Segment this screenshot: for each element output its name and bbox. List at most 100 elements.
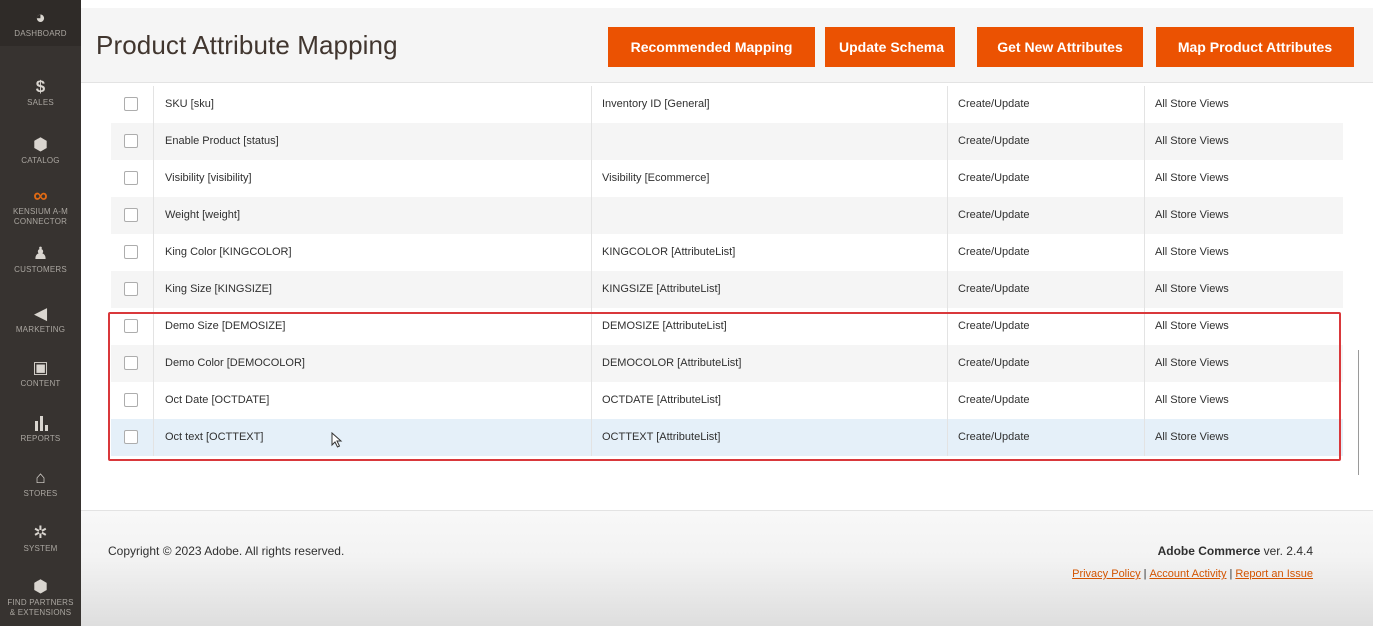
- bar-chart-icon: [0, 414, 81, 434]
- store-icon: ⌂: [35, 468, 46, 487]
- row-checkbox[interactable]: [124, 134, 138, 148]
- table-row[interactable]: SKU [sku] Inventory ID [General] Create/…: [111, 86, 1343, 123]
- sidebar-item-label: REPORTS: [20, 434, 61, 443]
- table-row[interactable]: Oct text [OCTTEXT] OCTTEXT [AttributeLis…: [111, 419, 1343, 456]
- sidebar-item-marketing[interactable]: ◀ MARKETING: [0, 305, 81, 335]
- map-product-attributes-button[interactable]: Map Product Attributes: [1156, 27, 1354, 67]
- gear-icon: ✲: [33, 523, 48, 542]
- row-checkbox[interactable]: [124, 319, 138, 333]
- version-info: Adobe Commerce ver. 2.4.4: [1158, 544, 1313, 558]
- checkbox-cell: [111, 123, 154, 160]
- table-row[interactable]: King Size [KINGSIZE] KINGSIZE [Attribute…: [111, 271, 1343, 308]
- magento-attribute-cell: King Size [KINGSIZE]: [154, 271, 592, 308]
- sidebar-item-label: MARKETING: [15, 325, 66, 334]
- sidebar-item-dashboard[interactable]: ◕ DASHBOARD: [0, 0, 81, 46]
- dollar-icon: $: [35, 77, 46, 96]
- table-row[interactable]: Oct Date [OCTDATE] OCTDATE [AttributeLis…: [111, 382, 1343, 419]
- person-icon: ♟: [32, 244, 49, 263]
- table-row[interactable]: Weight [weight] Create/Update All Store …: [111, 197, 1343, 234]
- mapped-attribute-cell: Visibility [Ecommerce]: [592, 160, 948, 197]
- sidebar-item-label: KENSIUM A-M: [12, 207, 69, 216]
- cube-icon: ⬢: [33, 135, 48, 154]
- get-new-attributes-button[interactable]: Get New Attributes: [977, 27, 1143, 67]
- magento-attribute-cell: Weight [weight]: [154, 197, 592, 234]
- checkbox-cell: [111, 308, 154, 345]
- table-row[interactable]: Enable Product [status] Create/Update Al…: [111, 123, 1343, 160]
- row-checkbox[interactable]: [124, 208, 138, 222]
- sidebar-item-find-partners[interactable]: ⬢ FIND PARTNERS & EXTENSIONS: [0, 578, 81, 618]
- infinity-icon: ∞: [33, 185, 48, 207]
- sidebar-item-customers[interactable]: ♟ CUSTOMERS: [0, 245, 81, 275]
- table-row[interactable]: Visibility [visibility] Visibility [Ecom…: [111, 160, 1343, 197]
- sidebar-item-stores[interactable]: ⌂ STORES: [0, 469, 81, 499]
- mouse-cursor-icon: [331, 432, 343, 448]
- magento-attribute-cell: Oct Date [OCTDATE]: [154, 382, 592, 419]
- checkbox-cell: [111, 382, 154, 419]
- recommended-mapping-button[interactable]: Recommended Mapping: [608, 27, 815, 67]
- report-issue-link[interactable]: Report an Issue: [1235, 568, 1313, 580]
- checkbox-cell: [111, 419, 154, 456]
- link-separator: |: [1143, 568, 1147, 580]
- sidebar-item-reports[interactable]: REPORTS: [0, 414, 81, 444]
- action-cell: Create/Update: [948, 382, 1145, 419]
- row-checkbox[interactable]: [124, 171, 138, 185]
- mapped-attribute-cell: OCTDATE [AttributeList]: [592, 382, 948, 419]
- page-title: Product Attribute Mapping: [96, 30, 398, 60]
- sidebar-item-label: SALES: [27, 98, 54, 107]
- footer-links: Privacy Policy | Account Activity | Report a…: [1072, 568, 1313, 580]
- row-checkbox[interactable]: [124, 97, 138, 111]
- sidebar-item-label: FIND PARTNERS: [7, 598, 74, 607]
- brand-name: Adobe Commerce: [1157, 544, 1261, 558]
- store-view-cell: All Store Views: [1155, 209, 1229, 221]
- privacy-policy-link[interactable]: Privacy Policy: [1072, 568, 1140, 580]
- store-view-cell: All Store Views: [1155, 172, 1229, 184]
- checkbox-cell: [111, 271, 154, 308]
- checkbox-cell: [111, 160, 154, 197]
- action-cell: Create/Update: [948, 160, 1145, 197]
- box-icon: ⬢: [33, 577, 48, 596]
- account-activity-link[interactable]: Account Activity: [1149, 568, 1226, 580]
- table-row[interactable]: Demo Color [DEMOCOLOR] DEMOCOLOR [Attrib…: [111, 345, 1343, 382]
- mapped-attribute-cell: Inventory ID [General]: [592, 86, 948, 123]
- row-checkbox[interactable]: [124, 245, 138, 259]
- content-icon: ▣: [32, 358, 49, 377]
- sidebar-item-label: CATALOG: [21, 156, 60, 165]
- store-view-cell: All Store Views: [1155, 431, 1229, 443]
- sidebar-item-system[interactable]: ✲ SYSTEM: [0, 524, 81, 554]
- action-cell: Create/Update: [948, 234, 1145, 271]
- magento-attribute-cell: Oct text [OCTTEXT]: [154, 419, 592, 456]
- sidebar-item-kensium-connector[interactable]: ∞ KENSIUM A-M CONNECTOR: [0, 185, 81, 227]
- action-cell: Create/Update: [948, 271, 1145, 308]
- magento-attribute-cell: Demo Color [DEMOCOLOR]: [154, 345, 592, 382]
- action-cell: Create/Update: [948, 123, 1145, 160]
- sidebar-item-content[interactable]: ▣ CONTENT: [0, 359, 81, 389]
- sidebar-item-label: DASHBOARD: [14, 29, 67, 38]
- store-view-cell: All Store Views: [1155, 357, 1229, 369]
- mapped-attribute-cell: DEMOSIZE [AttributeList]: [592, 308, 948, 345]
- action-cell: Create/Update: [948, 86, 1145, 123]
- row-checkbox[interactable]: [124, 282, 138, 296]
- magento-attribute-cell: King Color [KINGCOLOR]: [154, 234, 592, 271]
- version-number: ver. 2.4.4: [1260, 544, 1313, 558]
- sidebar-item-label: CONTENT: [20, 379, 61, 388]
- action-cell: Create/Update: [948, 345, 1145, 382]
- store-view-cell: All Store Views: [1155, 98, 1229, 110]
- magento-attribute-cell: Visibility [visibility]: [154, 160, 592, 197]
- magento-attribute-cell: Enable Product [status]: [154, 123, 592, 160]
- row-checkbox[interactable]: [124, 393, 138, 407]
- mapped-attribute-cell: KINGCOLOR [AttributeList]: [592, 234, 948, 271]
- copyright-text: Copyright © 2023 Adobe. All rights reser…: [108, 544, 345, 558]
- sidebar-item-label: STORES: [23, 489, 58, 498]
- table-row[interactable]: Demo Size [DEMOSIZE] DEMOSIZE [Attribute…: [111, 308, 1343, 345]
- row-checkbox[interactable]: [124, 356, 138, 370]
- checkbox-cell: [111, 234, 154, 271]
- table-row[interactable]: King Color [KINGCOLOR] KINGCOLOR [Attrib…: [111, 234, 1343, 271]
- row-checkbox[interactable]: [124, 430, 138, 444]
- sidebar-item-sales[interactable]: $ SALES: [0, 78, 81, 108]
- sidebar-item-catalog[interactable]: ⬢ CATALOG: [0, 136, 81, 166]
- sidebar-item-label: & EXTENSIONS: [9, 608, 72, 617]
- checkbox-cell: [111, 197, 154, 234]
- update-schema-button[interactable]: Update Schema: [825, 27, 955, 67]
- sidebar-item-label: SYSTEM: [23, 544, 58, 553]
- scrollbar[interactable]: [1358, 350, 1359, 475]
